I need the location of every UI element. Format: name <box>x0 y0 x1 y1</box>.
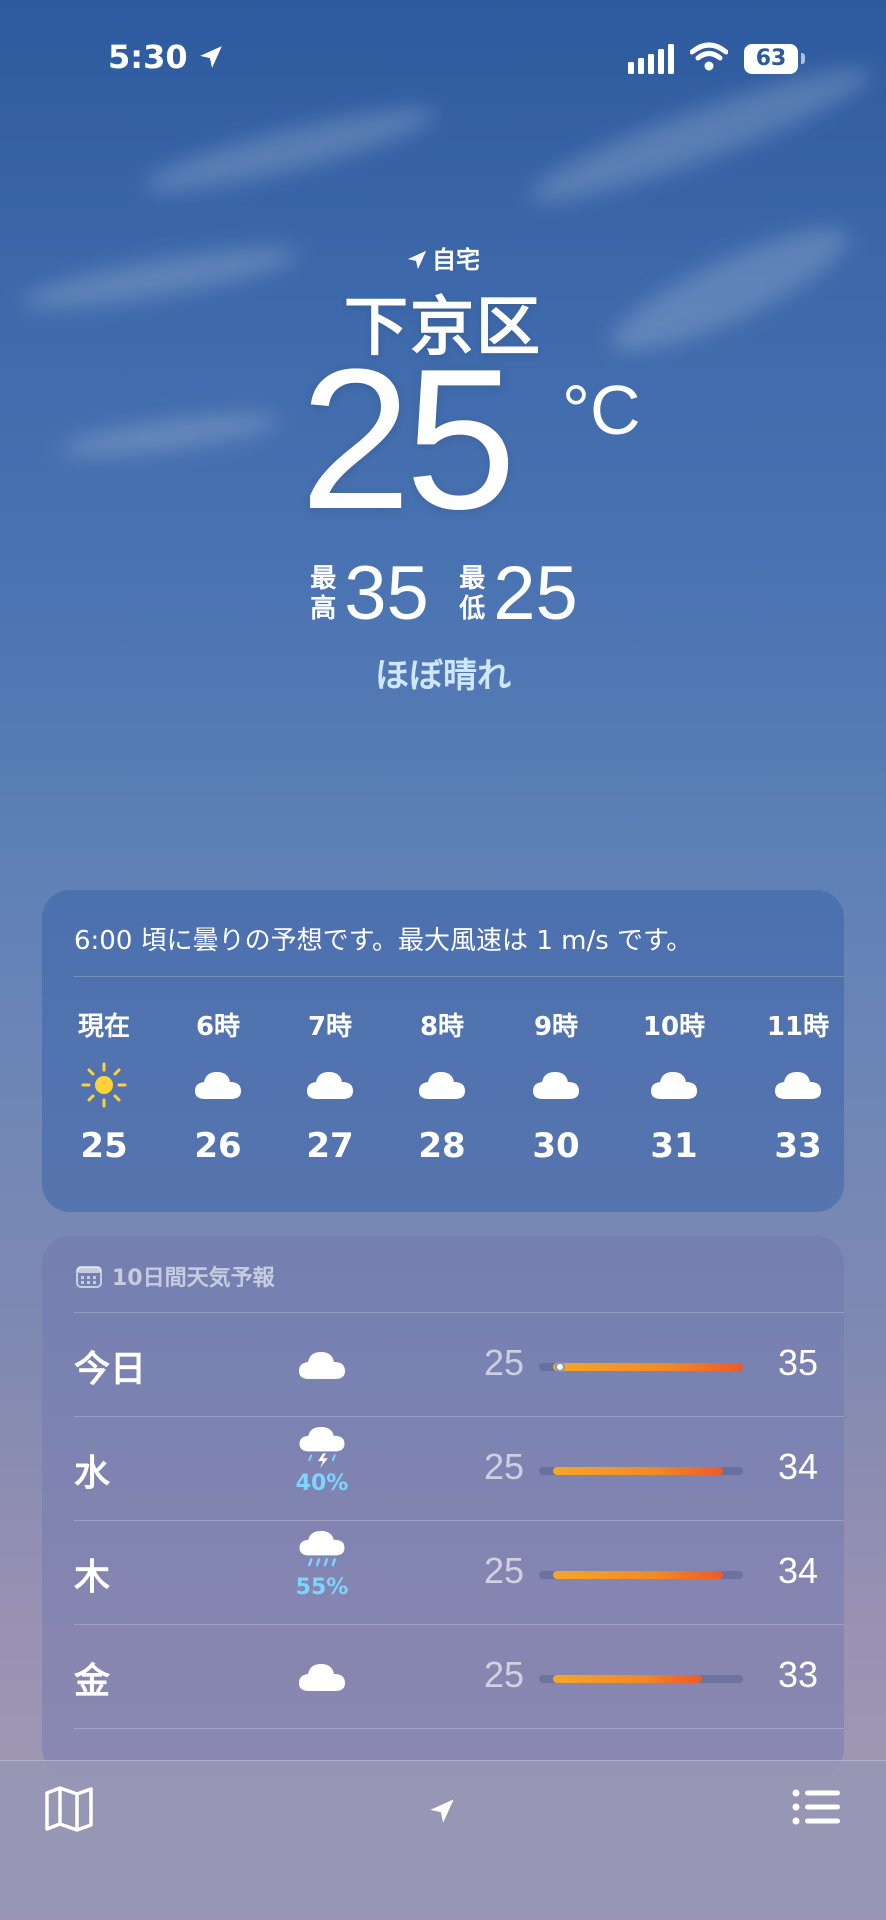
day-low-temp: 25 <box>483 1342 524 1383</box>
high-low-temperature: 最高 35 最低 25 <box>0 550 886 637</box>
temperature-range-bar <box>539 1362 743 1372</box>
wifi-icon <box>690 42 728 71</box>
list-icon[interactable] <box>792 1787 840 1827</box>
hour-temp: 27 <box>306 1126 354 1166</box>
cloud-icon <box>168 1048 268 1122</box>
divider <box>74 976 844 977</box>
hour-label: 7時 <box>307 1012 353 1042</box>
day-name: 木 <box>74 1557 111 1598</box>
day-name: 今日 <box>74 1349 147 1390</box>
hour-temp: 26 <box>194 1126 242 1166</box>
low-label: 最低 <box>459 563 486 624</box>
day-name: 金 <box>74 1661 111 1702</box>
hour-label: 11時 <box>766 1012 830 1042</box>
cellular-signal-icon <box>628 44 674 74</box>
day-row[interactable]: 今日 25 35 <box>42 1312 844 1416</box>
location-label-text: 自宅 <box>432 246 480 274</box>
day-low-temp: 25 <box>483 1550 524 1591</box>
ten-day-header: 10日間天気予報 <box>76 1260 275 1292</box>
hour-label: 10時 <box>642 1012 706 1042</box>
hour-temp: 28 <box>418 1126 466 1166</box>
divider <box>74 1624 844 1625</box>
day-high-temp: 35 <box>777 1342 818 1383</box>
hourly-summary: 6:00 頃に曇りの予想です。最大風速は 1 m/s です。 <box>74 926 693 956</box>
temperature-range-bar <box>539 1675 743 1683</box>
temperature-range-fill <box>553 1571 723 1579</box>
calendar-icon <box>76 1266 102 1288</box>
temperature-range-bar <box>539 1571 743 1579</box>
divider <box>74 1520 844 1521</box>
hour-label: 現在 <box>77 1012 130 1042</box>
status-time: 5:30 <box>108 38 188 76</box>
day-high-temp: 33 <box>777 1654 818 1695</box>
current-temperature: 25 <box>300 328 516 551</box>
rain-icon: 55% <box>282 1530 362 1600</box>
hourly-item: 11時 33 <box>748 1006 848 1170</box>
low-value: 25 <box>493 551 578 636</box>
hour-temp: 30 <box>532 1126 580 1166</box>
day-row[interactable]: 金 25 33 <box>42 1624 844 1728</box>
location-arrow-icon <box>407 250 427 270</box>
home-location-label: 自宅 <box>0 240 886 275</box>
hourly-item: 現在 25 <box>54 1006 154 1170</box>
cloud-icon <box>624 1048 724 1122</box>
cloud-icon <box>282 1642 362 1712</box>
cloud-icon <box>748 1048 848 1122</box>
temperature-range-bar <box>539 1467 743 1475</box>
hour-label: 6時 <box>195 1012 241 1042</box>
temperature-range-fill <box>553 1675 703 1683</box>
high-value: 35 <box>344 551 429 636</box>
day-name: 水 <box>74 1453 111 1494</box>
hourly-scroll-row[interactable]: 現在 25 6時 26 7時 27 8時 28 9時 30 10時 31 11時 33 <box>42 1006 844 1196</box>
temperature-range-fill <box>553 1363 743 1371</box>
hourly-item: 9時 30 <box>506 1006 606 1170</box>
hour-label: 9時 <box>533 1012 579 1042</box>
cloud-icon <box>392 1048 492 1122</box>
precipitation-chance: 55% <box>295 1575 349 1600</box>
hour-temp: 31 <box>650 1126 698 1166</box>
precipitation-chance: 40% <box>295 1471 349 1496</box>
day-row[interactable]: 水 40% 25 34 <box>42 1416 844 1520</box>
status-bar: 5:30 63 <box>0 0 886 120</box>
day-row[interactable]: 木 55% 25 34 <box>42 1520 844 1624</box>
temperature-unit: °C <box>562 371 641 449</box>
sun-icon <box>54 1048 154 1122</box>
ten-day-forecast-card[interactable]: 10日間天気予報 今日 25 35 水 40% 25 34 木 55% 25 34 金 25 33 <box>42 1236 844 1776</box>
hourly-item: 6時 26 <box>168 1006 268 1170</box>
hour-temp: 25 <box>80 1126 128 1166</box>
battery-nub <box>801 53 805 64</box>
current-location-icon[interactable] <box>428 1797 456 1825</box>
battery-indicator: 63 <box>744 44 798 74</box>
divider <box>74 1416 844 1417</box>
high-label: 最高 <box>310 563 337 624</box>
ten-day-header-text: 10日間天気予報 <box>112 1266 275 1291</box>
map-icon[interactable] <box>44 1785 94 1833</box>
location-arrow-icon <box>200 46 222 68</box>
low-temp-group: 最低 25 <box>457 550 578 637</box>
bottom-toolbar <box>0 1760 886 1920</box>
hour-label: 8時 <box>419 1012 465 1042</box>
day-low-temp: 25 <box>483 1446 524 1487</box>
thunderstorm-icon: 40% <box>282 1426 362 1496</box>
cloud-icon <box>280 1048 380 1122</box>
divider <box>74 1312 844 1313</box>
hourly-item: 8時 28 <box>392 1006 492 1170</box>
hour-temp: 33 <box>774 1126 822 1166</box>
day-high-temp: 34 <box>777 1446 818 1487</box>
day-high-temp: 34 <box>777 1550 818 1591</box>
temperature-range-fill <box>553 1467 723 1475</box>
day-low-temp: 25 <box>483 1654 524 1695</box>
hourly-item: 7時 27 <box>280 1006 380 1170</box>
cloud-icon <box>506 1048 606 1122</box>
cloud-icon <box>282 1330 362 1400</box>
hourly-item: 10時 31 <box>624 1006 724 1170</box>
divider <box>74 1728 844 1729</box>
current-temp-dot <box>555 1362 565 1372</box>
hourly-forecast-card[interactable]: 6:00 頃に曇りの予想です。最大風速は 1 m/s です。 現在 25 6時 26 7… <box>42 890 844 1212</box>
weather-condition: ほぼ晴れ <box>375 656 511 696</box>
high-temp-group: 最高 35 <box>308 550 429 637</box>
